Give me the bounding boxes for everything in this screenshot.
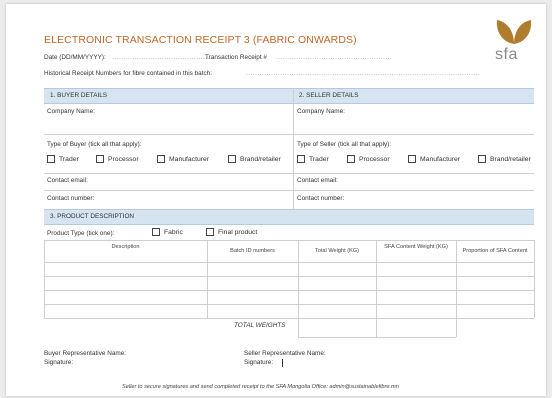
checkbox-icon[interactable]: [408, 155, 416, 164]
column-header-proportion: Proportion of SFA Content: [462, 248, 528, 254]
buyer-company-label: Company Name:: [47, 108, 95, 115]
column-header-sfa-content-weight: SFA Content Weight (KG): [384, 244, 448, 250]
table-row-divider: [44, 276, 534, 277]
text-cursor: [282, 359, 283, 367]
total-weights-label: TOTAL WEIGHTS: [234, 322, 286, 329]
checkbox-icon[interactable]: [228, 155, 236, 164]
table-row-divider: [44, 290, 534, 291]
transaction-field[interactable]: ........................................…: [276, 54, 392, 61]
table-row-divider: [44, 304, 534, 305]
buyer-rep-label: Buyer Representative Name:: [44, 350, 127, 357]
row-divider: [44, 134, 534, 135]
buyer-number-label: Contact number:: [47, 195, 95, 202]
checkbox-icon[interactable]: [206, 228, 214, 237]
date-field[interactable]: ........................................…: [112, 54, 212, 61]
seller-option-brand-retailer[interactable]: Brand/retailer: [478, 155, 531, 165]
seller-option-manufacturer[interactable]: Manufacturer: [408, 155, 460, 165]
buyer-email-label: Contact email:: [47, 177, 88, 184]
table-col-divider: [534, 240, 535, 318]
receipt-page: sfa ELECTRONIC TRANSACTION RECEIPT 3 (FA…: [6, 4, 546, 396]
seller-number-label: Contact number:: [297, 195, 345, 202]
checkbox-icon[interactable]: [157, 155, 165, 164]
row-divider: [44, 240, 534, 241]
table-header-divider: [44, 262, 534, 263]
page-title: ELECTRONIC TRANSACTION RECEIPT 3 (FABRIC…: [44, 34, 357, 46]
seller-type-label: Type of Seller (tick all that apply):: [297, 141, 392, 148]
date-label: Date (DD/MM/YYYY):: [44, 54, 106, 61]
checkbox-icon[interactable]: [347, 155, 355, 164]
product-option-final-product[interactable]: Final product: [206, 228, 257, 238]
total-row-bottom: [298, 337, 456, 338]
seller-details-heading: 2. SELLER DETAILS: [299, 92, 359, 99]
column-header-batch-id: Batch ID numbers: [230, 248, 275, 254]
historical-label: Historical Receipt Numbers for fibre con…: [44, 70, 213, 77]
seller-signature-label: Signature:: [244, 359, 274, 366]
seller-option-processor[interactable]: Processor: [347, 155, 390, 165]
buyer-type-label: Type of Buyer (tick all that apply):: [47, 141, 142, 148]
column-header-description: Description: [111, 244, 140, 250]
row-divider: [44, 173, 534, 174]
seller-email-label: Contact email:: [297, 177, 338, 184]
buyer-option-brand-retailer[interactable]: Brand/retailer: [228, 155, 281, 165]
buyer-details-heading: 1. BUYER DETAILS: [50, 92, 108, 99]
buyer-signature-label: Signature:: [44, 359, 74, 366]
table-row-divider: [44, 318, 534, 319]
product-heading: 3. PRODUCT DESCRIPTION: [50, 213, 135, 220]
seller-rep-label: Seller Representative Name:: [244, 350, 326, 357]
seller-option-trader[interactable]: Trader: [297, 155, 329, 165]
table-col-divider: [376, 240, 377, 337]
checkbox-icon[interactable]: [297, 155, 305, 164]
logo-text: sfa: [495, 46, 518, 63]
product-type-label: Product Type (tick one):: [47, 230, 115, 237]
table-col-divider: [44, 240, 45, 318]
transaction-label: Transaction Receipt #: [205, 54, 267, 61]
checkbox-icon[interactable]: [152, 228, 160, 237]
column-header-total-weight: Total Weight (KG): [314, 248, 360, 254]
checkbox-icon[interactable]: [96, 155, 104, 164]
buyer-option-processor[interactable]: Processor: [96, 155, 139, 165]
row-divider: [44, 190, 534, 191]
historical-field[interactable]: ........................................…: [246, 70, 480, 77]
product-option-fabric[interactable]: Fabric: [152, 228, 183, 238]
details-header-bar: [44, 88, 534, 104]
checkbox-icon[interactable]: [478, 155, 486, 164]
seller-company-label: Company Name:: [297, 108, 345, 115]
buyer-option-manufacturer[interactable]: Manufacturer: [157, 155, 209, 165]
buyer-option-trader[interactable]: Trader: [47, 155, 79, 165]
checkbox-icon[interactable]: [47, 155, 55, 164]
footer-note: Seller to secure signatures and send com…: [122, 384, 399, 390]
